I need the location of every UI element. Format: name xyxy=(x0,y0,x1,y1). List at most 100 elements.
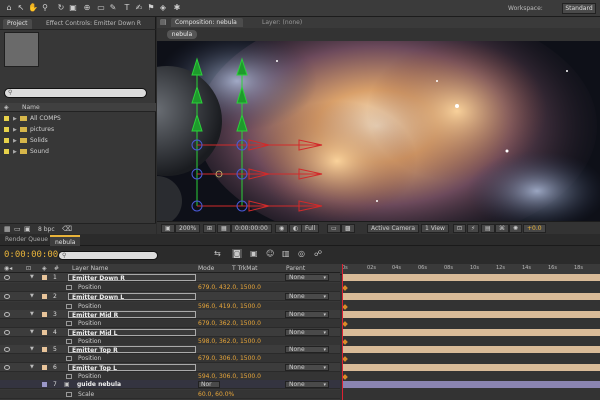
layer-name[interactable]: Emitter Mid R xyxy=(68,311,196,319)
layer-name[interactable]: Emitter Mid L xyxy=(68,329,196,337)
exposure-value[interactable]: +0.0 xyxy=(523,224,546,233)
parent-select[interactable]: None xyxy=(285,293,329,300)
expand-triangle-icon[interactable]: ▼ xyxy=(30,345,34,354)
region-of-interest-icon[interactable]: ▭ xyxy=(327,224,341,233)
keyframe-icon[interactable] xyxy=(342,374,348,380)
new-folder-icon[interactable]: ▭ xyxy=(14,225,21,233)
exposure-icon[interactable]: ✺ xyxy=(509,224,523,233)
visibility-eye-icon[interactable] xyxy=(4,275,10,280)
stopwatch-icon[interactable] xyxy=(66,321,72,326)
stopwatch-icon[interactable] xyxy=(66,392,72,397)
fast-preview-icon[interactable]: ⚡ xyxy=(467,224,480,233)
layer-bar[interactable] xyxy=(342,364,600,371)
parent-select[interactable]: None xyxy=(285,381,329,388)
property-value[interactable]: 679.0, 432.0, 1500.0 xyxy=(198,283,261,292)
visibility-eye-icon[interactable] xyxy=(4,294,10,299)
keyframe-icon[interactable] xyxy=(342,321,348,327)
home-icon[interactable]: ⌂ xyxy=(4,3,14,13)
column-layer-name[interactable]: Layer Name xyxy=(72,265,108,272)
project-item-solids[interactable]: ▶ Solids xyxy=(0,135,156,146)
tab-nebula-timeline[interactable]: nebula xyxy=(50,235,81,246)
draft-3d-icon[interactable]: ▣ xyxy=(250,249,258,258)
parent-select[interactable]: None xyxy=(285,274,329,281)
layer-name[interactable]: Emitter Down L xyxy=(68,293,196,301)
puppet-tool-icon[interactable]: ✱ xyxy=(172,3,182,13)
pan-behind-tool-icon[interactable]: ⊕ xyxy=(82,3,92,13)
tab-project[interactable]: Project xyxy=(3,19,32,29)
grid-button[interactable]: ▦ xyxy=(217,224,231,233)
flowchart-icon[interactable]: ⌘ xyxy=(495,224,509,233)
layer-bar[interactable] xyxy=(342,346,600,353)
label-color[interactable] xyxy=(42,347,47,352)
project-item-pictures[interactable]: ▶ pictures xyxy=(0,124,156,135)
layer-name[interactable]: guide nebula xyxy=(74,381,202,388)
pixel-aspect-icon[interactable]: ⊡ xyxy=(453,224,467,233)
layer-name[interactable]: Emitter Top L xyxy=(68,364,196,372)
project-item-sound[interactable]: ▶ Sound xyxy=(0,146,156,157)
visibility-eye-icon[interactable] xyxy=(4,312,10,317)
eraser-tool-icon[interactable]: ◈ xyxy=(158,3,168,13)
camera-tool-icon[interactable]: ▣ xyxy=(68,3,78,13)
tab-composition[interactable]: Composition: nebula xyxy=(171,18,243,27)
expand-triangle-icon[interactable]: ▼ xyxy=(30,292,34,301)
pen-tool-icon[interactable]: ✎ xyxy=(108,3,118,13)
current-time-display[interactable]: 0:00:00:00 xyxy=(4,250,58,260)
camera-view-select[interactable]: Active Camera xyxy=(367,224,420,233)
layer-bar[interactable] xyxy=(342,293,600,300)
stopwatch-icon[interactable] xyxy=(66,339,72,344)
comp-mini-flowchart-icon[interactable]: ⇆ xyxy=(214,249,221,258)
graph-editor-icon[interactable]: ☍ xyxy=(314,249,322,258)
resolution-select[interactable]: Full xyxy=(301,224,320,233)
parent-select[interactable]: None xyxy=(285,329,329,336)
timeline-icon[interactable]: ▤ xyxy=(481,224,495,233)
layer-bar[interactable] xyxy=(342,329,600,336)
breadcrumb[interactable]: nebula xyxy=(167,30,197,39)
view-layout-select[interactable]: 1 View xyxy=(421,224,449,233)
layer-name[interactable]: Emitter Top R xyxy=(68,346,196,354)
mask-tool-icon[interactable]: ▭ xyxy=(96,3,106,13)
snapshot-icon[interactable]: ◉ xyxy=(275,224,289,233)
parent-select[interactable]: None xyxy=(285,346,329,353)
property-row[interactable]: Position 679.0, 306.0, 1500.0 xyxy=(0,354,340,363)
hide-shy-layers-icon[interactable]: ☺ xyxy=(266,249,274,258)
timeline-search-input[interactable]: ⚲ xyxy=(58,251,158,260)
visibility-eye-icon[interactable] xyxy=(4,365,10,370)
stopwatch-icon[interactable] xyxy=(66,304,72,309)
trash-icon[interactable]: ⌫ xyxy=(62,225,72,233)
tab-render-queue[interactable]: Render Queue xyxy=(5,236,48,243)
layer-row[interactable]: ▼ 2 Emitter Down L None xyxy=(0,292,340,301)
tab-effect-controls[interactable]: Effect Controls: Emitter Down R xyxy=(42,19,145,29)
current-time-indicator[interactable] xyxy=(342,264,343,400)
always-preview-button[interactable]: ▣ xyxy=(161,224,175,233)
visibility-eye-icon[interactable] xyxy=(4,347,10,352)
layer-row[interactable]: ▼ 3 Emitter Mid R None xyxy=(0,310,340,319)
new-composition-icon[interactable]: ▣ xyxy=(24,225,31,233)
layer-row[interactable]: ▼ 4 Emitter Mid L None xyxy=(0,328,340,337)
transparency-grid-icon[interactable]: ▩ xyxy=(341,224,355,233)
time-graph[interactable]: 0s 02s 04s 06s 08s 10s 12s 14s 16s 18s xyxy=(340,264,600,400)
layer-bar[interactable] xyxy=(342,311,600,318)
stopwatch-icon[interactable] xyxy=(66,374,72,379)
property-row[interactable]: Scale 60.0, 60.0% xyxy=(0,390,340,399)
column-parent[interactable]: Parent xyxy=(286,265,305,272)
project-item-all-comps[interactable]: ▶ All COMPS xyxy=(0,113,156,124)
expand-triangle-icon[interactable]: ▼ xyxy=(30,328,34,337)
brush-tool-icon[interactable]: ✍ xyxy=(134,3,144,13)
layer-bar-guide[interactable] xyxy=(342,381,600,388)
property-value[interactable]: 60.0, 60.0% xyxy=(198,390,234,399)
column-name[interactable]: Name xyxy=(22,104,40,111)
project-column-header[interactable]: ◈ Name xyxy=(0,103,156,112)
selection-tool-icon[interactable]: ↖ xyxy=(16,3,26,13)
property-value[interactable]: 679.0, 362.0, 1500.0 xyxy=(198,319,261,328)
stopwatch-icon[interactable] xyxy=(66,356,72,361)
stopwatch-icon[interactable] xyxy=(66,285,72,290)
layer-name[interactable]: Emitter Down R xyxy=(68,274,196,282)
label-color[interactable] xyxy=(42,294,47,299)
zoom-tool-icon[interactable]: ⚲ xyxy=(40,3,50,13)
lock-icon[interactable]: ▤ xyxy=(160,18,167,26)
keyframe-icon[interactable] xyxy=(342,356,348,362)
parent-select[interactable]: None xyxy=(285,364,329,371)
text-tool-icon[interactable]: T xyxy=(122,3,132,13)
expand-triangle-icon[interactable]: ▼ xyxy=(30,273,34,282)
keyframe-icon[interactable] xyxy=(342,285,348,291)
